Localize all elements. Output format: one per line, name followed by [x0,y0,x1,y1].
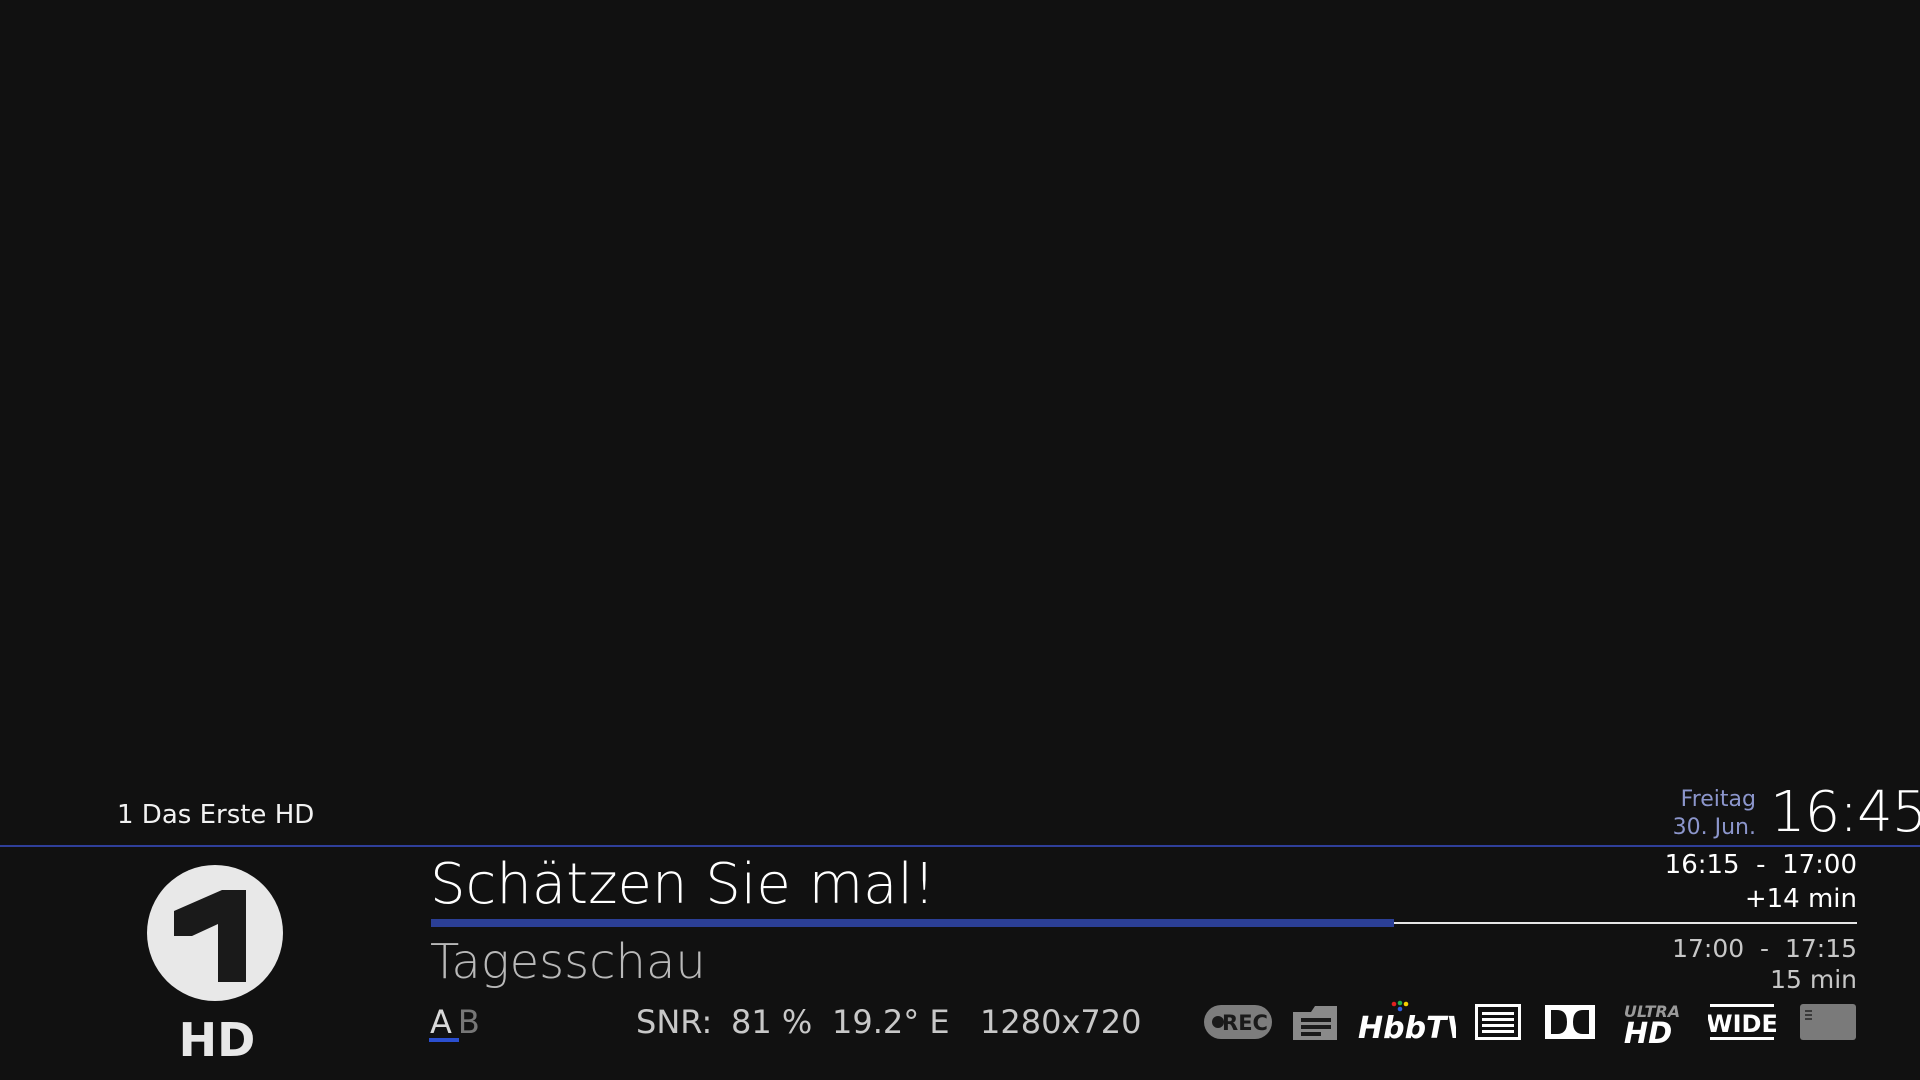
audio-track-b[interactable]: B [458,1003,480,1041]
wide-icon: WIDE [1708,1004,1776,1040]
clock-time: 16:45 [1770,780,1920,845]
ultra-hd-icon-hd: HD [1624,1016,1672,1044]
now-remaining: +14 min [1744,884,1857,914]
logo-hd-text: HD [179,1013,256,1064]
next-title: Tagesschau [430,934,706,990]
progress-fill [431,919,1394,927]
now-title: Schätzen Sie mal! [430,852,936,917]
audio-track-selected-indicator [429,1038,459,1042]
channel-name: 1 Das Erste HD [117,800,315,830]
teletext-icon [1475,1004,1521,1040]
wide-icon-text: WIDE [1708,1010,1776,1038]
dolby-icon [1545,1005,1595,1039]
date: 30. Jun. [1672,815,1756,840]
orbital-position: 19.2° E [832,1003,950,1041]
audio-track-a[interactable]: A [430,1003,452,1041]
channel-logo: HD [147,865,283,1064]
hbbtv-icon: HbbTV [1358,1000,1456,1044]
rec-icon-text: REC [1222,1011,1268,1035]
snr-value: 81 % [731,1003,813,1041]
logo-disc [147,865,283,1001]
audio-track-selector[interactable]: AB [430,1003,480,1041]
now-end: 17:00 [1782,850,1857,880]
next-start: 17:00 [1672,934,1745,963]
snr-label: SNR: [636,1003,713,1041]
weekday: Freitag [1680,787,1756,812]
next-times: 17:00 - 17:15 [1672,934,1857,963]
header-divider [0,845,1920,847]
now-start: 16:15 [1664,850,1740,880]
crypt-icon [1800,1004,1856,1040]
video-area [0,0,1920,780]
epg-icon [1293,1006,1337,1040]
video-resolution: 1280x720 [980,1003,1142,1041]
next-end: 17:15 [1784,934,1857,963]
next-duration: 15 min [1770,965,1857,994]
ultra-hd-icon: ULTRA HD [1624,1002,1680,1044]
hbbtv-icon-text: HbbTV [1358,1011,1456,1044]
rec-icon: REC [1204,1005,1272,1039]
date-block: Freitag 30. Jun. [1660,786,1756,842]
now-times: 16:15 - 17:00 [1664,850,1857,880]
